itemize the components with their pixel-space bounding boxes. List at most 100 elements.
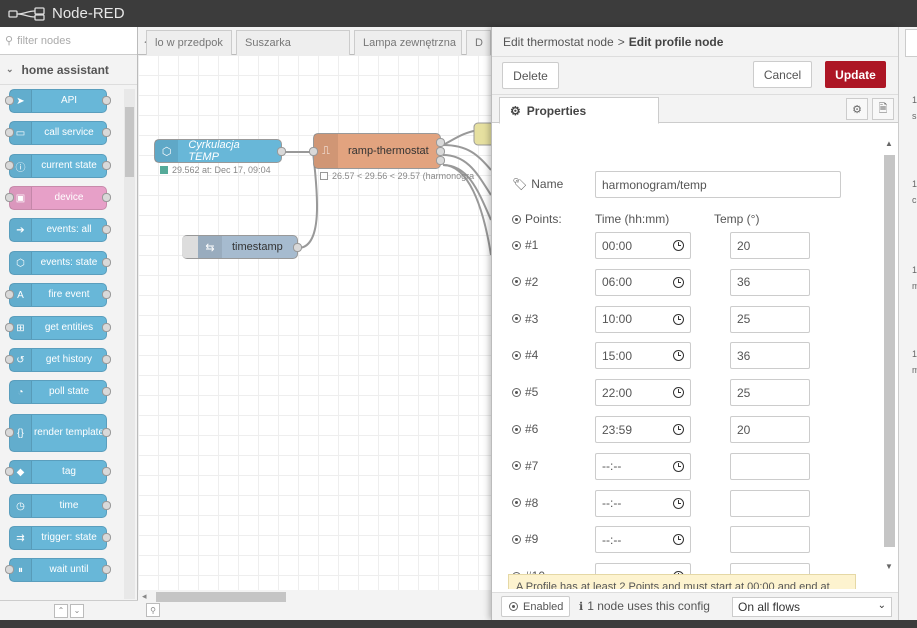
tab-suszarka[interactable]: Suszarka xyxy=(236,30,350,55)
palette-scrollbar[interactable] xyxy=(124,89,135,599)
scroll-up-icon[interactable]: ▲ xyxy=(885,139,893,148)
clock-icon[interactable] xyxy=(673,497,684,509)
palette-node-api[interactable]: ➤ API xyxy=(5,89,111,113)
dot-circle-icon xyxy=(512,240,521,250)
palette-node-tag[interactable]: ◆ tag xyxy=(5,460,111,484)
clock-icon[interactable] xyxy=(673,387,684,399)
clock-icon[interactable] xyxy=(673,350,684,362)
node-cyrkulacja-temp[interactable]: ⬡ Cyrkulacja TEMP xyxy=(154,139,286,163)
palette-node-get-entities[interactable]: ⊞ get entities xyxy=(5,316,111,340)
tray-scrollbar[interactable]: ▲ ▼ xyxy=(883,137,895,572)
palette-node-poll-state[interactable]: ◔ poll state xyxy=(9,380,111,404)
inject-button[interactable] xyxy=(182,236,198,258)
palette-node-label: get history xyxy=(45,354,93,365)
point-row: #8 --:-- xyxy=(492,489,882,517)
palette-node-device[interactable]: ▣ device xyxy=(5,186,111,210)
debug-message-snippet: m xyxy=(912,365,917,375)
input-port xyxy=(5,96,14,105)
point-time-input[interactable]: 23:59 xyxy=(595,416,691,443)
palette-node-trigger-state[interactable]: ⇉ trigger: state xyxy=(9,526,111,550)
palette-filter-input[interactable]: filter nodes xyxy=(17,35,71,47)
palette-scrollbar-thumb[interactable] xyxy=(125,107,134,177)
point-time-input[interactable]: --:-- xyxy=(595,526,691,554)
input-port[interactable] xyxy=(309,147,318,156)
node-settings-button[interactable]: ⚙ xyxy=(846,98,868,120)
tray-scrollbar-thumb[interactable] xyxy=(884,155,895,547)
point-temp-input[interactable] xyxy=(730,452,810,480)
node-ramp-thermostat[interactable]: ⎍ ramp-thermostat xyxy=(309,133,445,169)
point-temp-input[interactable]: 36 xyxy=(730,268,810,296)
app-header: Node-RED xyxy=(0,0,917,27)
clock-icon[interactable] xyxy=(673,276,684,288)
palette-node-render-template[interactable]: {} render template xyxy=(5,414,111,452)
point-temp-input[interactable]: 25 xyxy=(730,379,810,407)
delete-button[interactable]: Delete xyxy=(502,62,559,89)
point-row: #5 22:00 25 xyxy=(492,379,882,407)
flow-canvas[interactable]: ⬡ Cyrkulacja TEMP 29.562 at: Dec 17, 09:… xyxy=(138,55,491,605)
palette-node-current-state[interactable]: ⓘ current state xyxy=(5,154,111,178)
clock-icon[interactable] xyxy=(673,313,684,325)
palette-node-events-state[interactable]: ⬡ events: state xyxy=(9,251,111,275)
output-port-1[interactable] xyxy=(436,138,445,147)
point-time-input[interactable]: 10:00 xyxy=(595,305,691,333)
dot-circle-icon xyxy=(512,387,521,397)
enabled-toggle-icon xyxy=(509,602,518,611)
tab-properties[interactable]: ⚙ Properties xyxy=(499,97,659,124)
output-port xyxy=(102,128,111,137)
point-temp-input[interactable] xyxy=(730,526,810,554)
point-time-input[interactable]: --:-- xyxy=(595,489,691,517)
output-port-3[interactable] xyxy=(436,156,445,165)
update-button[interactable]: Update xyxy=(825,61,886,88)
point-time-input[interactable]: 22:00 xyxy=(595,379,691,407)
point-time-input[interactable]: --:-- xyxy=(595,452,691,480)
palette-search[interactable]: ⚲ filter nodes xyxy=(0,27,137,55)
output-port xyxy=(102,501,111,510)
point-temp-input[interactable]: 20 xyxy=(730,232,810,259)
tab-przedpokoj[interactable]: lo w przedpok xyxy=(146,30,232,55)
debug-sidebar: 1 s 1 c 1 m 1 m xyxy=(898,27,917,620)
point-time-input[interactable]: 00:00 xyxy=(595,232,691,259)
cancel-button[interactable]: Cancel xyxy=(753,61,812,88)
name-input[interactable]: harmonogram/temp xyxy=(595,171,841,198)
search-flows-button[interactable]: ⚲ xyxy=(146,603,160,617)
palette-category-header[interactable]: ⌄ home assistant xyxy=(0,55,137,85)
clock-icon[interactable] xyxy=(673,424,684,435)
breadcrumb-parent[interactable]: Edit thermostat node xyxy=(503,35,614,49)
output-port xyxy=(102,225,111,234)
clock-icon[interactable] xyxy=(673,534,684,546)
node-description-button[interactable]: 🗎 xyxy=(872,98,894,120)
point-temp-input[interactable]: 25 xyxy=(730,305,810,333)
output-port-2[interactable] xyxy=(436,147,445,156)
collapse-all-button[interactable]: ⌃ xyxy=(54,603,68,618)
point-label: #6 xyxy=(525,422,539,436)
scroll-down-icon[interactable]: ▼ xyxy=(885,562,893,571)
dot-circle-icon xyxy=(512,424,521,434)
horizontal-scrollbar-thumb[interactable] xyxy=(156,592,286,602)
point-temp-input[interactable] xyxy=(730,489,810,517)
tab-lampa-zewnetrzna[interactable]: Lampa zewnętrzna xyxy=(354,30,462,55)
tab-d[interactable]: D xyxy=(466,30,491,55)
dot-circle-icon xyxy=(512,461,521,471)
expand-all-button[interactable]: ⌄ xyxy=(70,603,84,618)
sidebar-tab[interactable] xyxy=(905,29,917,57)
clock-icon[interactable] xyxy=(673,240,684,251)
scroll-left-icon[interactable]: ◂ xyxy=(142,591,147,602)
node-timestamp[interactable]: ⇆ timestamp xyxy=(182,235,302,259)
point-time-input[interactable]: 06:00 xyxy=(595,268,691,296)
scope-select[interactable]: On all flows ⌄ xyxy=(732,597,892,617)
enabled-toggle[interactable]: Enabled xyxy=(501,596,570,617)
palette-node-fire-event[interactable]: Afire event xyxy=(5,283,111,307)
clock-icon[interactable] xyxy=(673,460,684,472)
point-temp-input[interactable]: 20 xyxy=(730,416,810,443)
status-ring-icon xyxy=(320,172,328,180)
palette-node-events-all[interactable]: ➔ events: all xyxy=(9,218,111,242)
palette-node-get-history[interactable]: ↺ get history xyxy=(5,348,111,372)
palette-node-call-service[interactable]: ▭ call service xyxy=(5,121,111,145)
point-time-input[interactable]: 15:00 xyxy=(595,342,691,370)
point-temp-input[interactable]: 36 xyxy=(730,342,810,370)
horizontal-scrollbar[interactable]: ◂ xyxy=(138,590,491,604)
output-port[interactable] xyxy=(277,147,286,156)
palette-node-time[interactable]: ◷ time xyxy=(9,494,111,518)
palette-node-wait-until[interactable]: ⏸ wait until xyxy=(5,558,111,582)
output-port[interactable] xyxy=(293,243,302,252)
